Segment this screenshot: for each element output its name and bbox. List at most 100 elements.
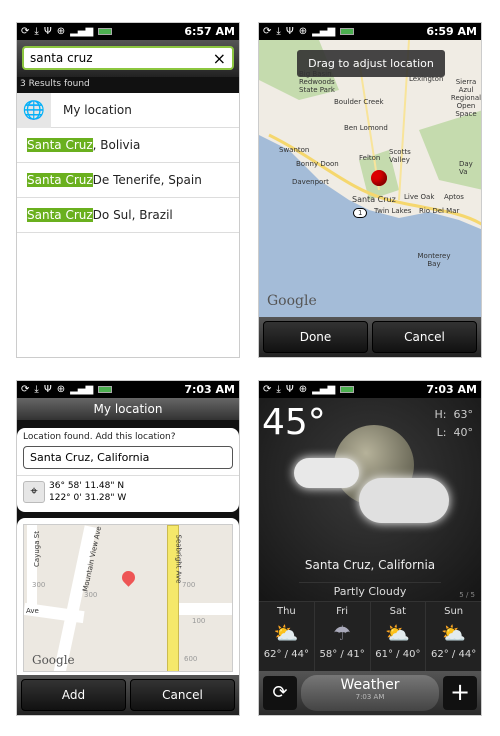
result-rest: , Bolivia (92, 138, 141, 152)
match-text: Santa Cruz (27, 208, 93, 222)
search-value: santa cruz (30, 51, 93, 65)
clear-icon[interactable]: × (213, 49, 226, 68)
forecast-day: Sat ⛅ 61° / 40° (371, 602, 427, 673)
low-label: L: (436, 426, 447, 439)
clock: 6:59 AM (426, 25, 477, 38)
forecast-day: Thu ⛅ 62° / 44° (259, 602, 315, 673)
battery-icon (340, 386, 355, 393)
map[interactable]: Boulder Creek Ben Lomond Swanton Bonny D… (259, 40, 481, 317)
map-label: 600 (184, 655, 198, 663)
day-name: Thu (276, 606, 296, 617)
map-label: Twin Lakes (374, 207, 412, 215)
status-bar: ⟳ ⤓ Ψ ⊕ ▂▄▆ 6:57 AM (17, 23, 239, 40)
clock: 7:03 AM (426, 383, 477, 396)
location-name-input[interactable]: Santa Cruz, California (23, 446, 233, 469)
day-temps: 62° / 44° (263, 649, 309, 660)
map-label: Cayuga St (32, 531, 41, 567)
city-pager[interactable]: 5 / 5 (459, 591, 475, 599)
sync-icon: ⟳ (21, 384, 30, 395)
result-rest: De Tenerife, Spain (92, 173, 202, 187)
map-label: 300 (32, 581, 46, 589)
locate-icon[interactable]: ⌖ (23, 481, 45, 503)
day-temps: 58° / 41° (319, 649, 365, 660)
gps-icon: ⊕ (56, 26, 66, 37)
add-button[interactable]: Add (21, 679, 126, 711)
add-city-button[interactable]: + (443, 676, 477, 710)
my-location-screen: ⟳ ⤓ Ψ ⊕ ▂▄▆ 7:03 AM My location Location foun… (16, 380, 240, 716)
high-temp: 63° (453, 408, 474, 421)
day-name: Sat (389, 606, 407, 617)
result-item[interactable]: Santa Cruz, Bolivia (17, 128, 239, 163)
my-location-item[interactable]: 🌐 My location (17, 92, 239, 128)
map-label: 100 (192, 617, 206, 625)
day-name: Fri (336, 606, 349, 617)
low-temp: 40° (453, 426, 474, 439)
toast: Drag to adjust location (297, 50, 445, 77)
map-label: 700 (182, 581, 196, 589)
usb-icon: Ψ (285, 26, 294, 37)
download-icon: ⤓ (276, 26, 281, 37)
map-label: Aptos (444, 193, 464, 201)
usb-icon: Ψ (43, 26, 52, 37)
signal-icon: ▂▄▆ (312, 26, 336, 37)
search-input[interactable]: santa cruz × (22, 46, 234, 70)
sync-icon: ⟳ (21, 26, 30, 37)
map-label: Rio Del Mar (419, 207, 460, 215)
download-icon: ⤓ (34, 384, 39, 395)
clock: 6:57 AM (184, 25, 235, 38)
highway-shield: 1 (353, 208, 368, 218)
map-label: Monterey Bay (417, 252, 451, 268)
map-pin-icon[interactable] (371, 170, 387, 186)
status-bar: ⟳ ⤓ Ψ ⊕ ▂▄▆ 6:59 AM (259, 23, 481, 40)
sync-icon: ⟳ (263, 26, 272, 37)
download-icon: ⤓ (34, 26, 39, 37)
cancel-button[interactable]: Cancel (372, 321, 477, 353)
city-name: Santa Cruz, California (304, 558, 436, 572)
my-location-label: My location (63, 103, 132, 117)
map-label: Santa Cruz (352, 195, 396, 204)
cancel-button[interactable]: Cancel (130, 679, 235, 711)
forecast-day: Fri ☂ 58° / 41° (315, 602, 371, 673)
latitude: 36° 58' 11.48" N (49, 481, 125, 491)
map-label: 300 (84, 591, 98, 599)
partly-sunny-icon: ⛅ (441, 621, 467, 645)
results-count: 3 Results found (17, 77, 239, 93)
google-logo: Google (267, 293, 317, 309)
map-label: Seabright Ave (174, 534, 183, 584)
download-icon: ⤓ (276, 384, 281, 395)
cloud-icon (294, 458, 359, 488)
match-text: Santa Cruz (27, 138, 93, 152)
match-text: Santa Cruz (27, 173, 93, 187)
status-bar: ⟳ ⤓ Ψ ⊕ ▂▄▆ 7:03 AM (259, 381, 481, 398)
map-label: Live Oak (404, 193, 435, 201)
result-rest: Do Sul, Brazil (92, 208, 173, 222)
globe-icon: 🌐 (17, 92, 51, 128)
day-name: Sun (444, 606, 464, 617)
longitude: 122° 0' 31.28" W (49, 493, 127, 503)
battery-icon (98, 386, 113, 393)
google-logo: Google (32, 653, 75, 667)
refresh-button[interactable]: ⟳ (263, 676, 297, 710)
map-label: Scotts Valley (389, 148, 411, 164)
weather-screen: ⟳ ⤓ Ψ ⊕ ▂▄▆ 7:03 AM 45° H: 63° L: 40° Santa C… (258, 380, 482, 716)
map-label: Swanton (279, 146, 310, 154)
signal-icon: ▂▄▆ (312, 384, 336, 395)
gps-icon: ⊕ (298, 26, 308, 37)
result-item[interactable]: Santa Cruz De Tenerife, Spain (17, 163, 239, 198)
usb-icon: Ψ (43, 384, 52, 395)
map[interactable]: Cayuga St Mountain View Ave Seabright Av… (23, 524, 233, 672)
page-title: My location (17, 398, 239, 420)
current-temp: 45° (262, 402, 326, 443)
location-search-screen: ⟳ ⤓ Ψ ⊕ ▂▄▆ 6:57 AM santa cruz × 3 Results fou… (16, 22, 240, 358)
gps-icon: ⊕ (298, 384, 308, 395)
map-marker-icon[interactable] (119, 568, 138, 587)
rain-icon: ☂ (333, 621, 352, 645)
day-temps: 61° / 40° (375, 649, 421, 660)
map-label: Boulder Creek (334, 98, 384, 106)
map-label: Bonny Doon (296, 160, 339, 168)
result-item[interactable]: Santa Cruz Do Sul, Brazil (17, 198, 239, 233)
done-button[interactable]: Done (263, 321, 368, 353)
forecast-day: Sun ⛅ 62° / 44° (426, 602, 481, 673)
updated-time: 7:03 AM (355, 693, 385, 701)
sync-icon: ⟳ (263, 384, 272, 395)
